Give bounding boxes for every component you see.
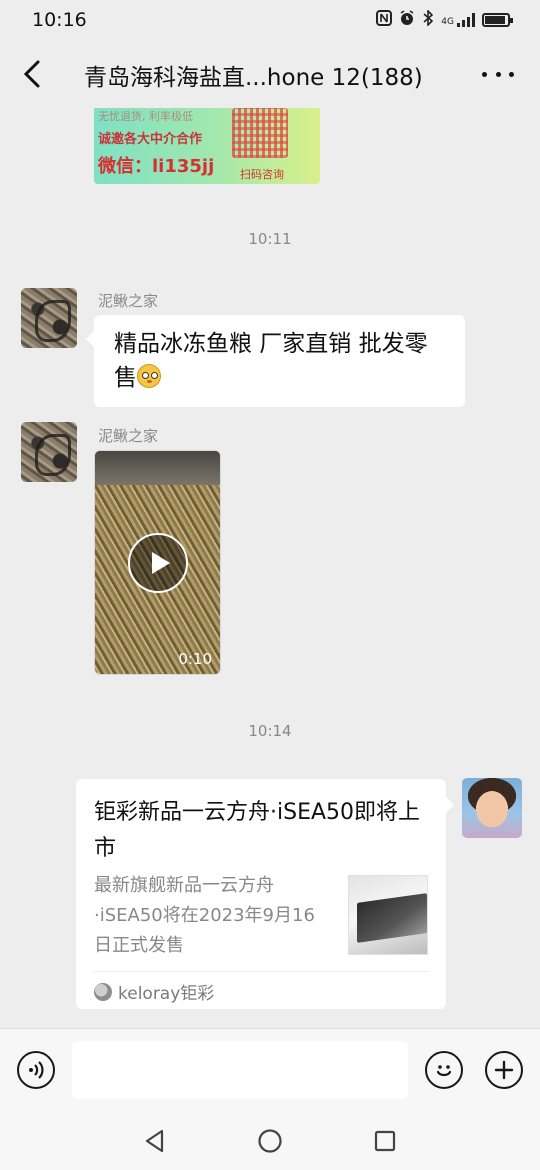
status-time: 10:16 — [32, 9, 87, 31]
image-text: 扫码咨询 — [240, 168, 284, 181]
emoji-button[interactable] — [425, 1051, 463, 1089]
chat-messages[interactable]: 无忧退货, 利率极低 诚邀各大中介合作 微信：li135jj 扫码咨询 10:1… — [0, 108, 540, 1028]
text-message-bubble[interactable]: 精品冰冻鱼粮 厂家直销 批发零售 — [86, 315, 465, 407]
card-title: 钜彩新品一云方舟·iSEA50即将上市 — [94, 800, 421, 861]
network-type: 4G — [441, 17, 454, 27]
more-dot-icon — [482, 71, 487, 77]
message-text: 精品冰冻鱼粮 厂家直销 批发零售 — [114, 331, 428, 391]
input-bar — [0, 1028, 540, 1106]
flushed-face-emoji-icon — [137, 364, 161, 388]
image-text: 诚邀各大中介合作 — [98, 132, 203, 147]
image-text: 微信：li135jj — [98, 156, 215, 177]
more-functions-button[interactable] — [485, 1051, 523, 1089]
my-avatar[interactable] — [462, 778, 522, 838]
image-text: 无忧退货, 利率极低 — [98, 110, 193, 123]
nfc-icon — [376, 10, 393, 30]
sender-name: 泥鳅之家 — [98, 427, 159, 445]
back-button[interactable] — [14, 54, 50, 94]
signal-4g-icon: 4G — [441, 13, 475, 27]
card-divider — [94, 971, 428, 972]
bluetooth-icon — [422, 9, 434, 30]
alarm-icon — [399, 10, 415, 30]
more-options-button[interactable] — [482, 60, 514, 88]
message-input[interactable] — [72, 1041, 408, 1099]
message-timestamp: 10:11 — [248, 230, 292, 248]
source-logo-icon — [94, 982, 112, 1001]
nav-home-button[interactable] — [255, 1126, 285, 1156]
qr-code-image — [232, 108, 288, 158]
card-thumbnail — [348, 875, 428, 955]
voice-icon — [29, 1061, 44, 1079]
video-duration: 0:10 — [178, 650, 212, 668]
video-thumbnail — [95, 451, 220, 485]
message-timestamp: 10:14 — [248, 722, 292, 740]
play-icon[interactable] — [128, 533, 188, 593]
sender-name: 泥鳅之家 — [98, 292, 159, 310]
card-source-name: keloray钜彩 — [118, 984, 215, 1004]
chat-header: 青岛海科海盐直...hone 12(188) — [0, 40, 540, 108]
system-nav-bar — [0, 1106, 540, 1170]
chat-title: 青岛海科海盐直...hone 12(188) — [84, 65, 423, 91]
link-card-message[interactable]: 钜彩新品一云方舟·iSEA50即将上市 最新旗舰新品一云方舟·iSEA50将在2… — [76, 779, 454, 1009]
plus-icon — [494, 1060, 514, 1080]
card-description: 最新旗舰新品一云方舟·iSEA50将在2023年9月16日正式发售 — [94, 875, 315, 956]
image-message[interactable]: 无忧退货, 利率极低 诚邀各大中介合作 微信：li135jj 扫码咨询 — [94, 108, 320, 184]
square-recent-icon — [374, 1130, 396, 1152]
video-message[interactable]: 0:10 — [94, 450, 221, 675]
more-dot-icon — [509, 71, 514, 77]
status-bar: 10:16 4G — [0, 0, 540, 40]
chevron-left-icon — [23, 60, 40, 88]
voice-input-button[interactable] — [17, 1051, 55, 1089]
more-dot-icon — [495, 71, 501, 77]
nav-recent-button[interactable] — [370, 1126, 400, 1156]
card-source: keloray钜彩 — [94, 979, 214, 1004]
status-icons: 4G — [376, 9, 513, 30]
nav-back-button[interactable] — [140, 1126, 170, 1156]
battery-icon — [482, 13, 513, 27]
sender-avatar[interactable] — [21, 422, 77, 482]
triangle-back-icon — [145, 1129, 164, 1153]
battery-fill — [485, 16, 506, 24]
circle-home-icon — [258, 1129, 282, 1153]
smiley-icon — [436, 1065, 452, 1077]
sender-avatar[interactable] — [21, 288, 77, 348]
